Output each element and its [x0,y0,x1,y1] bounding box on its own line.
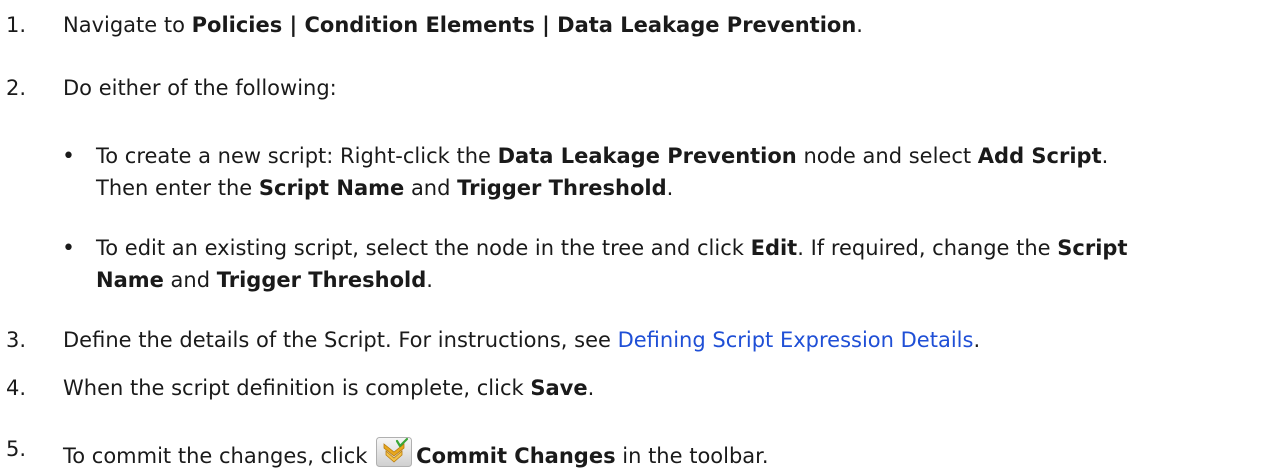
step-text-part: To commit the changes, click [63,444,375,468]
step-number: 2. [6,76,27,100]
bold-term: Trigger Threshold [457,176,667,200]
document-body: 1. Navigate to Policies | Condition Elem… [0,0,1266,473]
step-text-part: When the script definition is complete, … [63,376,531,400]
text-part: and [404,176,458,200]
menu-path: Policies | Condition Elements | Data Lea… [191,13,857,37]
bold-term: Trigger Threshold [216,268,427,292]
step-number: 1. [6,13,27,37]
text-part: . [666,176,674,200]
step-number: 3. [6,328,27,352]
step-text: Do either of the following: [63,76,337,100]
bold-term: Script Name [258,176,405,200]
text-part: . If required, change the [797,236,1058,260]
step-number: 4. [6,376,27,400]
bold-term: Name [96,268,164,292]
commit-changes-label: Commit Changes [416,444,616,468]
text-part: Then enter the [96,176,259,200]
step-text: When the script definition is complete, … [63,376,594,400]
text-part: To edit an existing script, select the n… [96,236,751,260]
defining-script-expression-details-link[interactable]: Defining Script Expression Details [618,328,974,352]
bullet-text-line: Then enter the Script Name and Trigger T… [96,176,673,200]
step-text-part: Navigate to [63,13,192,37]
bold-term: Edit [750,236,798,260]
bold-term: Script [1057,236,1128,260]
bold-term: Save [530,376,588,400]
text-part: and [163,268,217,292]
step-text: To commit the changes, click Commit Chan… [63,437,769,468]
bullet-text-line: To edit an existing script, select the n… [96,236,1127,260]
bold-term: Data Leakage Prevention [497,144,797,168]
commit-changes-icon [376,437,413,467]
step-text-part: . [856,13,863,37]
text-part: . [1101,144,1109,168]
step-number: 5. [6,437,27,461]
bold-term: Add Script [977,144,1102,168]
step-text: Define the details of the Script. For in… [63,328,980,352]
step-text-part: Define the details of the Script. For in… [63,328,618,352]
step-text: Navigate to Policies | Condition Element… [63,13,863,37]
step-text-part: . [973,328,981,352]
text-part: To create a new script: Right-click the [96,144,498,168]
text-part: . [426,268,433,292]
bullet-icon: • [62,144,75,169]
step-text-part: in the toolbar. [615,444,769,468]
text-part: node and select [796,144,978,168]
bullet-text-line: To create a new script: Right-click the … [96,144,1108,168]
bullet-text-line: Name and Trigger Threshold. [96,268,433,292]
bullet-icon: • [62,236,75,261]
step-text-part: . [587,376,595,400]
